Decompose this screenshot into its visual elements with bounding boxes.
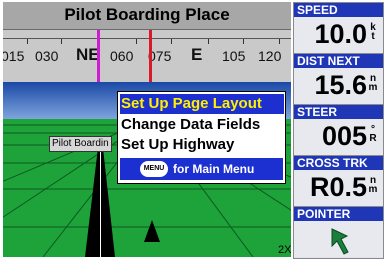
gps-screen: Pilot Boarding Place 015 030 NE 060 075 …	[0, 0, 385, 259]
highway-centerline	[100, 143, 101, 257]
field-value: R0.5	[309, 172, 367, 202]
field-speed[interactable]: SPEED 10.0 kt	[294, 3, 383, 54]
menu-footer-text: for Main Menu	[173, 162, 255, 176]
field-label: STEER	[294, 105, 383, 119]
field-label: SPEED	[294, 3, 383, 17]
compass-tick	[171, 39, 172, 44]
field-value: 10.0	[314, 19, 367, 49]
compass-tick	[208, 39, 209, 44]
compass-tick	[243, 39, 244, 44]
boat-position-icon	[144, 220, 160, 242]
field-pointer[interactable]: POINTER	[294, 207, 383, 257]
field-unit: nm	[368, 175, 378, 195]
options-menu: Set Up Page Layout Change Data Fields Se…	[117, 91, 286, 184]
page-title: Pilot Boarding Place	[64, 5, 230, 24]
field-unit: kt	[370, 22, 376, 42]
field-label: DIST NEXT	[294, 54, 383, 68]
title-bar: Pilot Boarding Place	[3, 2, 291, 30]
menu-item-set-up-highway[interactable]: Set Up Highway	[120, 135, 284, 155]
field-value: 15.6	[314, 70, 367, 100]
field-steer[interactable]: STEER 005 ° R	[294, 105, 383, 156]
field-label: CROSS TRK	[294, 156, 383, 170]
compass-baseline	[3, 38, 291, 39]
field-unit: ° R	[369, 124, 377, 144]
bearing-marker	[97, 30, 100, 82]
compass-label: 105	[222, 48, 246, 64]
menu-item-set-up-page-layout[interactable]: Set Up Page Layout	[120, 94, 284, 114]
course-marker	[149, 30, 152, 82]
compass-label-e: E	[191, 45, 203, 64]
field-dist-next[interactable]: DIST NEXT 15.6 nm	[294, 54, 383, 105]
compass-label: 015	[3, 48, 25, 64]
compass-tick	[61, 39, 62, 44]
field-cross-trk[interactable]: CROSS TRK R0.5 nm	[294, 156, 383, 207]
compass-tick	[136, 39, 137, 44]
compass-label: 030	[35, 48, 59, 64]
compass-tape: 015 030 NE 060 075 E 105 120	[3, 30, 291, 84]
highway-view: Pilot Boarding Place 015 030 NE 060 075 …	[3, 2, 291, 257]
menu-footer: MENU for Main Menu	[120, 158, 283, 180]
menu-button-icon: MENU	[140, 161, 168, 177]
data-fields-panel: SPEED 10.0 kt DIST NEXT 15.6 nm STEER 00…	[293, 2, 384, 259]
field-unit: nm	[368, 73, 378, 93]
compass-tick	[279, 39, 280, 44]
compass-label: 060	[110, 48, 134, 64]
compass-label: 120	[258, 48, 282, 64]
field-label: POINTER	[294, 207, 383, 221]
menu-item-change-data-fields[interactable]: Change Data Fields	[120, 115, 284, 135]
compass-tick	[27, 39, 28, 44]
waypoint-label: Pilot Boardin	[49, 136, 112, 152]
field-value: 005	[321, 121, 367, 151]
pointer-arrow-icon	[331, 228, 349, 255]
zoom-level: 2X	[278, 244, 291, 256]
